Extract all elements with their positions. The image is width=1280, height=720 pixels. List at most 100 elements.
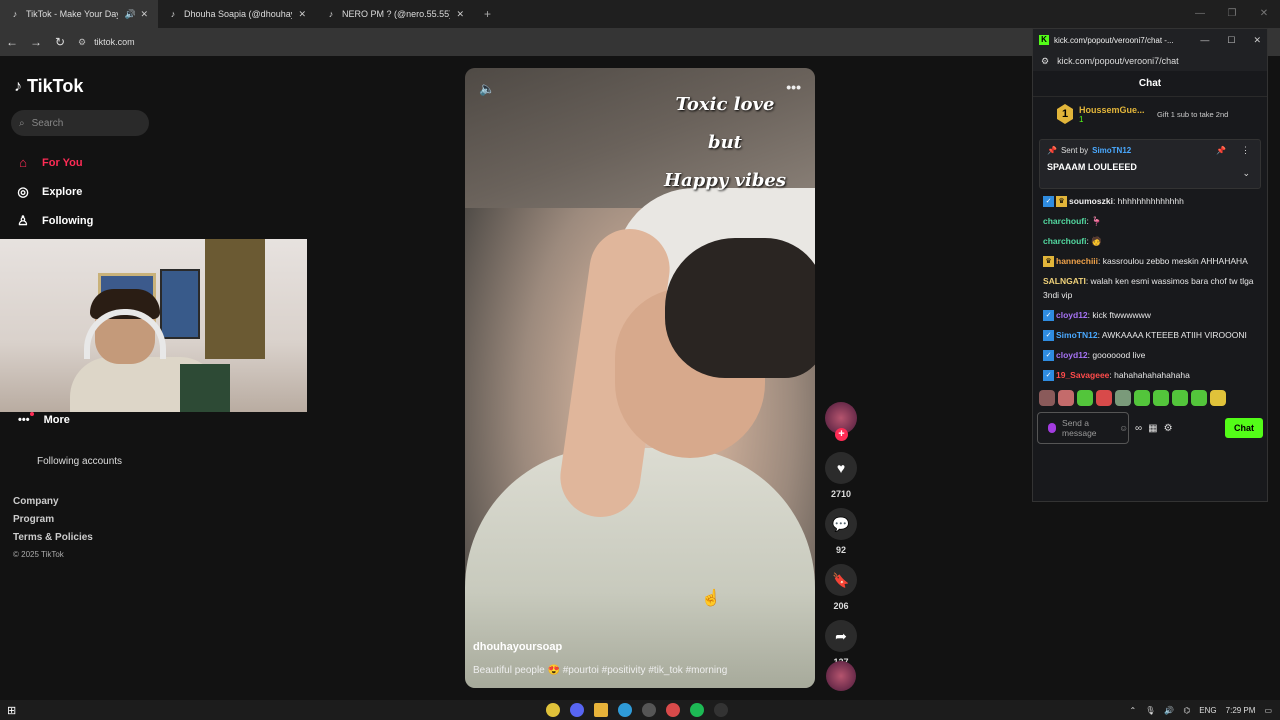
minimize-icon[interactable]: —: [1184, 0, 1216, 28]
network-icon[interactable]: ⌬: [1183, 706, 1190, 715]
maximize-icon[interactable]: ☐: [1227, 35, 1235, 46]
reload-icon[interactable]: ↻: [48, 35, 72, 49]
close-icon[interactable]: ✕: [456, 9, 464, 20]
chat-message: SALNGATI: walah ken esmi wassimos bara c…: [1043, 274, 1257, 302]
spotify-icon[interactable]: [690, 703, 704, 717]
sidebar-item-for-you[interactable]: ⌂ For You: [15, 148, 93, 177]
sidebar-item-explore[interactable]: ◎ Explore: [15, 177, 93, 206]
chat-username[interactable]: hannechiii: [1056, 256, 1098, 266]
emote[interactable]: [1096, 390, 1112, 406]
site-info-icon[interactable]: ⚙: [78, 37, 86, 48]
tiktok-icon: ♪: [170, 9, 176, 19]
kick-url-bar[interactable]: ⚙ kick.com/popout/verooni7/chat: [1033, 51, 1267, 71]
footer-link-program[interactable]: Program: [13, 514, 93, 532]
emote[interactable]: [1134, 390, 1150, 406]
video-author[interactable]: dhouhayoursoap: [473, 641, 562, 653]
comment-button[interactable]: 💬: [825, 508, 857, 540]
windows-start-icon[interactable]: ⊞: [7, 704, 16, 717]
settings-icon[interactable]: [642, 703, 656, 717]
unpin-icon[interactable]: 📌: [1216, 146, 1226, 155]
top-gifter[interactable]: 1 HoussemGue... 1 Gift 1 sub to take 2nd: [1033, 97, 1267, 131]
chat-text: hahahahahahahaha: [1114, 370, 1190, 380]
sidebar-item-following[interactable]: ♙ Following: [15, 206, 93, 235]
footer-link-company[interactable]: Company: [13, 496, 93, 514]
minimize-icon[interactable]: —: [1200, 35, 1209, 46]
emote[interactable]: [1077, 390, 1093, 406]
more-options-icon[interactable]: ⋮: [1241, 145, 1250, 156]
close-window-icon[interactable]: ✕: [1248, 0, 1280, 28]
tab-dhouha[interactable]: ♪ Dhouha Soapia (@dhouhayour ✕: [158, 0, 316, 28]
chat-username[interactable]: SALNGATI: [1043, 276, 1086, 286]
emote[interactable]: [1191, 390, 1207, 406]
emote[interactable]: [1039, 390, 1055, 406]
emote[interactable]: [1153, 390, 1169, 406]
chevron-up-icon[interactable]: ⌃: [1129, 706, 1136, 715]
maximize-icon[interactable]: ❐: [1216, 0, 1248, 28]
new-tab-icon[interactable]: +: [474, 7, 501, 21]
video-actions: + ♥ 2710 💬 92 🔖 206 ➦ 127: [824, 402, 858, 672]
copyright: © 2025 TikTok: [13, 550, 64, 559]
gear-icon[interactable]: ⚙: [1164, 423, 1173, 434]
pinned-user[interactable]: SimoTN12: [1092, 146, 1131, 155]
emote[interactable]: [1172, 390, 1188, 406]
chrome-icon[interactable]: [546, 703, 560, 717]
infinity-icon[interactable]: ∞: [1135, 423, 1142, 434]
chat-username[interactable]: SimoTN12: [1056, 330, 1098, 340]
chat-username[interactable]: charchoufi: [1043, 236, 1086, 246]
chat-username[interactable]: cloyd12: [1056, 310, 1088, 320]
sent-by-label: Sent by: [1060, 146, 1089, 155]
tiktok-logo[interactable]: ♪ TikTok: [14, 76, 83, 97]
discord-icon[interactable]: [570, 703, 584, 717]
chevron-down-icon[interactable]: ⌄: [1242, 168, 1250, 179]
emote[interactable]: [1058, 390, 1074, 406]
mic-icon[interactable]: 🎙: [1145, 706, 1155, 715]
notifications-icon[interactable]: ▭: [1264, 706, 1272, 715]
tab-label: TikTok - Make Your Day: [26, 9, 119, 19]
chrome-icon[interactable]: [666, 703, 680, 717]
volume-icon[interactable]: 🔈: [479, 81, 495, 97]
url-field[interactable]: ⚙ tiktok.com: [78, 37, 135, 48]
volume-icon[interactable]: 🔊: [1164, 706, 1174, 715]
back-icon[interactable]: ←: [0, 35, 24, 49]
language-indicator[interactable]: ENG: [1199, 706, 1216, 715]
more-options-icon[interactable]: •••: [786, 79, 801, 95]
chat-username[interactable]: charchoufi: [1043, 216, 1086, 226]
footer-link-terms[interactable]: Terms & Policies: [13, 532, 93, 550]
creator-avatar[interactable]: +: [825, 402, 857, 441]
gift-prompt[interactable]: Gift 1 sub to take 2nd: [1157, 110, 1243, 119]
video-player[interactable]: Toxic love but Happy vibes 🔈 ••• dhouhay…: [465, 68, 815, 688]
chat-username[interactable]: soumoszki: [1069, 196, 1113, 206]
close-icon[interactable]: ✕: [140, 9, 148, 20]
follow-plus-icon[interactable]: +: [835, 428, 848, 441]
chat-username[interactable]: cloyd12: [1056, 350, 1088, 360]
send-chat-button[interactable]: Chat: [1225, 418, 1263, 438]
tab-tiktok[interactable]: ♪ TikTok - Make Your Day 🔊 ✕: [0, 0, 158, 28]
audio-icon[interactable]: [714, 703, 728, 717]
next-creator-avatar[interactable]: [826, 661, 856, 691]
close-icon[interactable]: ✕: [1253, 35, 1261, 46]
store-icon[interactable]: ▦: [1148, 423, 1157, 434]
like-button[interactable]: ♥: [825, 452, 857, 484]
save-button[interactable]: 🔖: [825, 564, 857, 596]
sidebar-item-more[interactable]: ••• More: [18, 412, 70, 426]
tab-nero[interactable]: ♪ NERO PM ? (@nero.55.55) | Tik ✕: [316, 0, 474, 28]
emoji-icon[interactable]: ☺: [1119, 423, 1128, 433]
share-button[interactable]: ➦: [825, 620, 857, 652]
emote[interactable]: [1115, 390, 1131, 406]
video-overlay-text: Toxic love but Happy vibes: [640, 86, 810, 200]
chat-text: hhhhhhhhhhhhhh: [1117, 196, 1184, 206]
emote[interactable]: [1210, 390, 1226, 406]
taskbar: ⊞ ⌃ 🎙 🔊 ⌬ ENG 7:29 PM ▭: [0, 700, 1280, 720]
chat-text: 🦩: [1091, 216, 1102, 226]
search-input[interactable]: ⌕ Search: [11, 110, 149, 136]
folder-icon[interactable]: [594, 703, 608, 717]
chat-message-input[interactable]: Send a message ☺: [1037, 412, 1129, 444]
clock[interactable]: 7:29 PM: [1226, 706, 1256, 715]
speaker-icon[interactable]: 🔊: [124, 9, 135, 19]
overlay-line: but: [708, 132, 742, 153]
forward-icon[interactable]: →: [24, 35, 48, 49]
edge-icon[interactable]: [618, 703, 632, 717]
close-icon[interactable]: ✕: [298, 9, 306, 20]
chat-username[interactable]: 19_Savageee: [1056, 370, 1109, 380]
following-accounts-heading: Following accounts: [37, 456, 123, 467]
